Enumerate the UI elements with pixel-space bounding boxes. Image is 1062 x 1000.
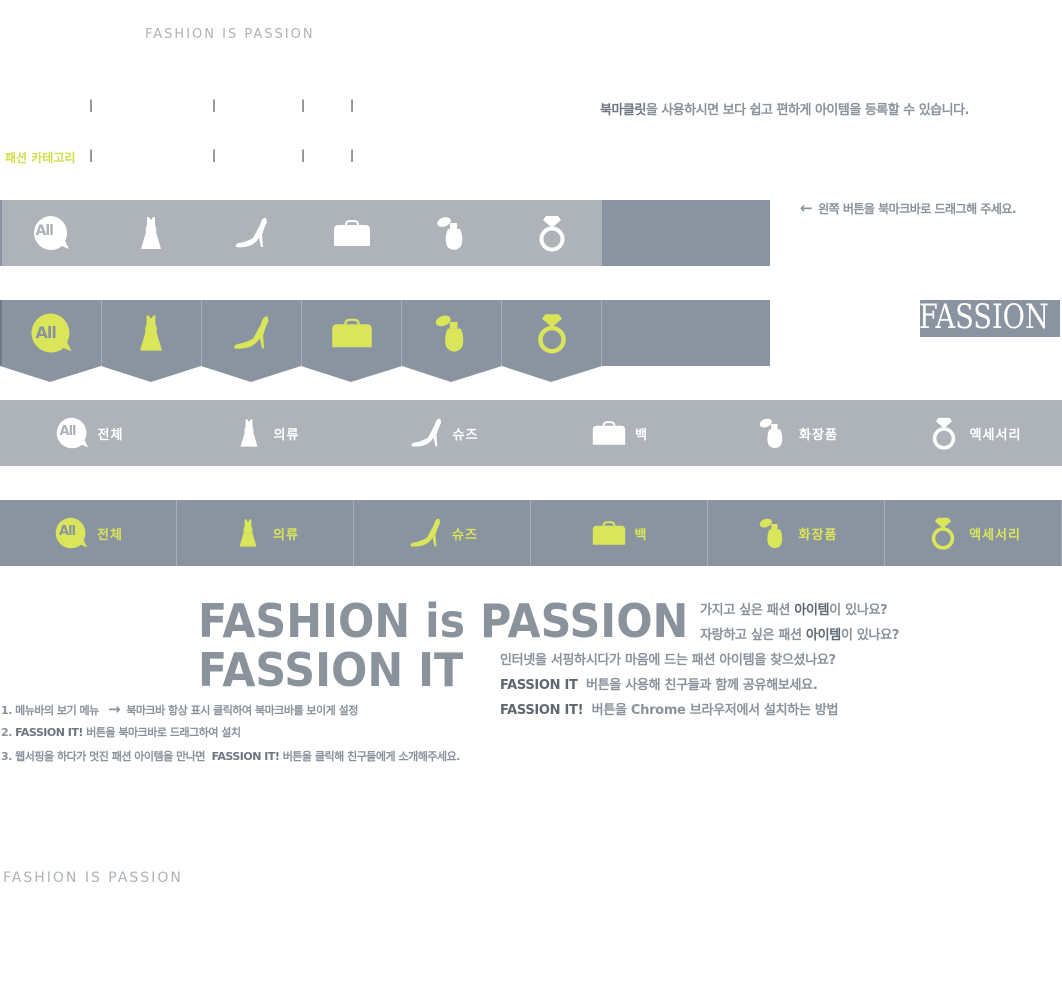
menu-separator: | [212,148,217,162]
dress-icon [129,311,173,355]
category-bag-button[interactable]: 백 [531,500,708,566]
perfume-icon [432,213,472,253]
install-step-2: 2. FASSION IT! 버튼을 북마크바로 드래그하여 설치 [1,726,241,739]
category-clothes-button[interactable]: 의류 [177,500,354,566]
drag-hint-text: 왼쪽 버튼을 북마크바로 드래그해 주세요. [818,202,1017,216]
heel-icon [229,311,273,355]
menu-separator: | [301,148,306,162]
bag-icon [330,311,374,355]
category-clothes-button[interactable] [101,200,201,266]
category-cosmetics-button[interactable] [402,300,502,366]
dress-icon [131,213,171,253]
category-bag-button[interactable] [301,200,402,266]
category-accessory-button[interactable]: 액세서리 [885,400,1062,466]
headline-fassion-it: FASSION IT [198,643,464,697]
heel-icon [407,414,445,452]
notice-text: 을 사용하시면 보다 쉽고 편하게 아이템을 등록할 수 있습니다. [645,103,970,118]
category-bag-button[interactable]: 백 [531,400,708,466]
category-cosmetics-button[interactable]: 화장품 [708,500,885,566]
dress-icon [231,516,265,550]
category-label: 화장품 [799,427,838,443]
category-label: 전체 [97,527,123,543]
category-accessory-button[interactable] [502,300,602,366]
category-accessory-button[interactable]: 액세서리 [885,500,1062,566]
right-arrow-icon: → [108,700,121,718]
category-shoes-button[interactable] [201,200,301,266]
perfume-icon [755,515,791,551]
bag-icon [591,415,627,451]
category-accessory-button[interactable] [502,200,602,266]
category-shoes-button[interactable] [201,300,301,366]
question-line: 가지고 싶은 패션 아이템이 있나요? [700,603,888,618]
ring-icon [532,213,572,253]
dress-icon [232,416,266,450]
category-label: 의류 [273,527,299,543]
category-label: 백 [635,427,648,443]
perfume-icon [430,311,474,355]
category-label: 의류 [273,427,300,443]
drag-hint: ← 왼쪽 버튼을 북마크바로 드래그해 주세요. [800,199,1017,217]
ring-icon [926,415,962,451]
category-label: 액세서리 [969,527,1021,543]
install-step-3: 3. 웹서핑을 하다가 멋진 패션 아이템을 만나면 FASSION IT! 버… [1,750,460,763]
category-bar-normal: All [0,200,770,266]
menu-separator: | [301,98,306,112]
category-cosmetics-button[interactable] [402,200,502,266]
all-icon: All [31,213,71,253]
category-label: 슈즈 [452,527,478,543]
category-all-button[interactable]: All [0,200,101,266]
category-bag-button[interactable] [301,300,402,366]
left-arrow-icon: ← [800,199,813,217]
all-icon: All [53,515,89,551]
category-clothes-button[interactable]: 의류 [177,400,354,466]
category-bar-labeled: All 전체 의류 슈즈 백 화장품 액세서리 [0,400,1062,466]
category-heading: 패션 카테고리 [5,151,76,165]
menu-separator: | [350,148,355,162]
bag-icon [332,213,372,253]
category-label: 화장품 [798,527,838,543]
category-clothes-button[interactable] [101,300,201,366]
category-cosmetics-button[interactable]: 화장품 [708,400,885,466]
menu-separator: | [89,148,94,162]
desc-line: FASSION IT 버튼을 사용해 친구들과 함께 공유해보세요. [500,678,818,693]
bookmarklet-notice: 북마클릿을 사용하시면 보다 쉽고 편하게 아이템을 등록할 수 있습니다. [600,99,970,118]
perfume-icon [755,415,791,451]
category-label: 전체 [97,427,124,443]
heel-icon [406,514,444,552]
heel-icon [231,213,271,253]
category-shoes-button[interactable]: 슈즈 [354,500,531,566]
ring-icon [530,311,574,355]
category-bar-labeled-active: All 전체 의류 슈즈 백 화장품 액세서리 [0,500,1062,566]
desc-line: FASSION IT! 버튼을 Chrome 브라우저에서 설치하는 방법 [500,703,839,718]
notice-bold: 북마클릿 [600,103,646,118]
category-label: 백 [634,527,648,543]
headline-fashion-passion: FASHION is PASSION [198,594,689,648]
ring-icon [925,515,961,551]
category-all-button[interactable]: All [0,300,101,366]
menu-separator: | [350,98,355,112]
tagline: FASHION IS PASSION [145,27,315,42]
all-icon: All [28,310,74,356]
bag-icon [591,515,627,551]
desc-line: 인터넷을 서핑하시다가 마음에 드는 패션 아이템을 찾으셨나요? [500,653,836,668]
install-step-1: 1. 메뉴바의 보기 메뉴 → 북마크바 항상 표시 클릭하여 북마크바를 보이게… [1,700,358,718]
category-bar-active: All [0,300,770,366]
footer-tagline: FASHION IS PASSION [3,870,183,886]
category-all-button[interactable]: All 전체 [0,400,177,466]
menu-separator: | [89,98,94,112]
category-label: 액세서리 [969,427,1022,443]
category-shoes-button[interactable]: 슈즈 [354,400,531,466]
menu-separator: | [212,98,217,112]
question-line: 자랑하고 싶은 패션 아이템이 있나요? [700,628,900,643]
category-all-button[interactable]: All 전체 [0,500,177,566]
category-label: 슈즈 [452,427,479,443]
fassion-logo[interactable]: FASSION [920,300,1060,337]
all-icon: All [54,415,90,451]
